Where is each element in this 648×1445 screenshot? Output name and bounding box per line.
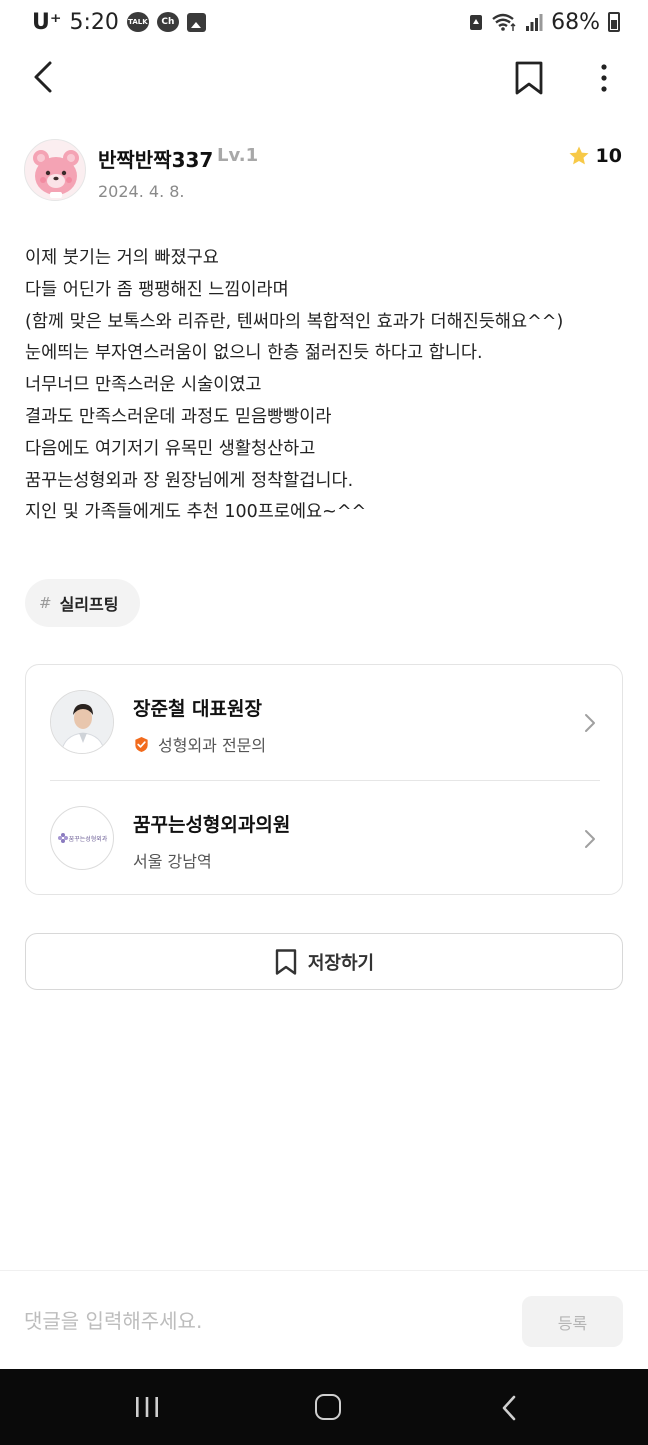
tag-chip[interactable]: # 실리프팅 <box>25 579 141 627</box>
wifi-icon <box>492 13 516 31</box>
clinic-logo-text: 꿈꾸는성형외과 <box>68 835 108 843</box>
recents-icon[interactable] <box>134 1396 160 1418</box>
doctor-photo <box>50 690 114 754</box>
comment-input[interactable] <box>24 1301 494 1341</box>
battery-percent: 68% <box>551 9 600 35</box>
sync-icon <box>470 15 483 30</box>
tag-label: 실리프팅 <box>59 595 119 614</box>
review-date: 2024. 4. 8. <box>98 182 185 201</box>
home-icon[interactable] <box>315 1394 341 1420</box>
doctor-specialty-line: 성형외과 전문의 <box>133 732 266 756</box>
clinic-logo: 꿈꾸는성형외과 <box>50 806 114 870</box>
verified-badge-icon <box>135 736 148 752</box>
avatar[interactable] <box>24 139 86 201</box>
gallery-icon <box>186 12 206 32</box>
doctor-clinic-card: 장준철 대표원장 성형외과 전문의 꿈꾸는성형외과 꿈꾸는성형외과의원 서울 강… <box>25 664 623 895</box>
battery-icon <box>608 12 620 32</box>
rating-value: 10 <box>595 145 622 167</box>
bookmark-icon <box>275 948 297 975</box>
doctor-name: 장준철 대표원장 <box>133 698 262 720</box>
status-bar: U⁺ 5:20 TALK Ch 68% <box>0 0 648 44</box>
comment-bar: 등록 <box>0 1270 648 1369</box>
author-level: Lv.1 <box>217 145 259 166</box>
channel-icon: Ch <box>156 12 179 32</box>
system-back-icon[interactable] <box>500 1395 518 1421</box>
clinic-row[interactable]: 꿈꾸는성형외과 꿈꾸는성형외과의원 서울 강남역 <box>26 781 624 896</box>
signal-icon <box>526 14 543 31</box>
bear-avatar-icon <box>33 150 79 198</box>
submit-comment-button[interactable]: 등록 <box>522 1296 623 1347</box>
bookmark-icon <box>515 61 543 95</box>
clinic-flower-icon <box>57 833 68 843</box>
author-name[interactable]: 반짝반짝337 <box>98 144 213 173</box>
doctor-specialty: 성형외과 전문의 <box>158 736 267 755</box>
status-left: U⁺ 5:20 TALK Ch <box>32 10 206 35</box>
bookmark-button[interactable] <box>512 58 546 98</box>
status-right: 68% <box>469 10 620 35</box>
clinic-location-line: 서울 강남역 <box>133 848 212 872</box>
star-icon <box>569 146 589 165</box>
doctor-portrait-icon <box>51 691 113 753</box>
chevron-right-icon <box>585 714 595 732</box>
doctor-row[interactable]: 장준철 대표원장 성형외과 전문의 <box>26 665 624 780</box>
back-button[interactable] <box>28 58 68 98</box>
more-button[interactable] <box>590 58 618 98</box>
chevron-right-icon <box>585 830 595 848</box>
clinic-name: 꿈꾸는성형외과의원 <box>133 814 291 836</box>
hash-icon: # <box>39 594 52 612</box>
top-nav <box>0 50 648 106</box>
clinic-location: 서울 강남역 <box>133 852 212 871</box>
carrier-label: U⁺ <box>32 9 62 35</box>
review-author: 반짝반짝337 Lv.1 2024. 4. 8. 10 <box>24 139 624 205</box>
back-arrow-icon <box>34 61 52 93</box>
save-label: 저장하기 <box>307 952 375 974</box>
more-vertical-icon <box>601 64 607 92</box>
system-nav-bar <box>0 1369 648 1445</box>
status-time: 5:20 <box>69 9 119 35</box>
review-text: 이제 붓기는 거의 빠졌구요 다들 어딘가 좀 팽팽해진 느낌이라며 (함께 맞… <box>25 248 564 523</box>
save-button[interactable]: 저장하기 <box>25 933 623 990</box>
talk-icon: TALK <box>126 12 149 32</box>
rating: 10 <box>568 145 622 167</box>
